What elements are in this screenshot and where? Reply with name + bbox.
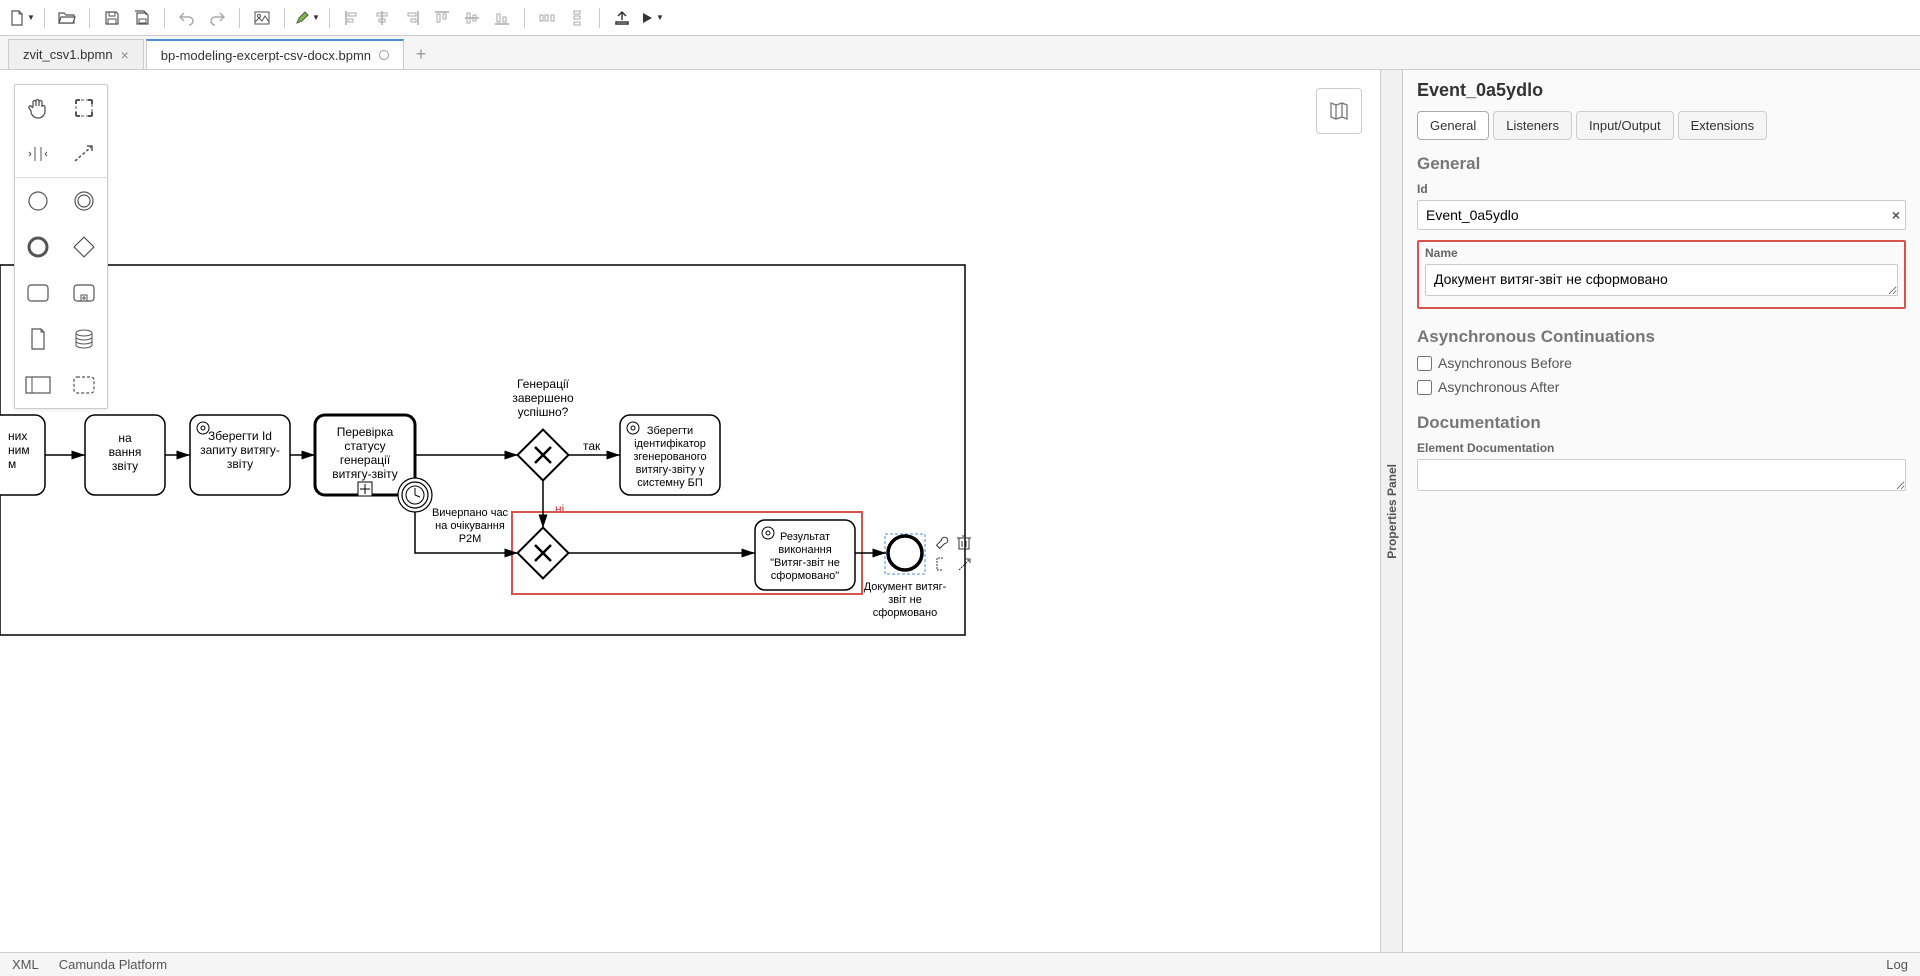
tab-input-output[interactable]: Input/Output bbox=[1576, 111, 1674, 140]
tab-listeners[interactable]: Listeners bbox=[1493, 111, 1572, 140]
yes-label: так bbox=[583, 439, 601, 453]
bpmn-canvas[interactable]: нихнимм наваннязвіту Зберегти Idзапиту в… bbox=[0, 70, 1380, 952]
close-icon[interactable]: × bbox=[121, 47, 129, 63]
end-event-selected[interactable] bbox=[885, 534, 925, 574]
align-right-button[interactable] bbox=[398, 4, 426, 32]
id-input[interactable] bbox=[1417, 200, 1906, 230]
save-all-button[interactable] bbox=[128, 4, 156, 32]
undo-button[interactable] bbox=[173, 4, 201, 32]
task-edge-left[interactable]: нихнимм bbox=[0, 415, 45, 495]
redo-button[interactable] bbox=[203, 4, 231, 32]
task-save-id[interactable]: Зберегти Idзапиту витягу-звіту bbox=[190, 415, 290, 495]
trash-icon[interactable] bbox=[957, 536, 971, 549]
top-toolbar: ▼ ▼ ▼ bbox=[0, 0, 1920, 36]
new-file-button[interactable]: ▼ bbox=[8, 4, 36, 32]
wrench-icon[interactable] bbox=[937, 537, 948, 548]
create-start-event[interactable] bbox=[15, 178, 61, 224]
align-bottom-button[interactable] bbox=[488, 4, 516, 32]
tab-dirty-indicator bbox=[379, 50, 389, 60]
create-data-store[interactable] bbox=[61, 316, 107, 362]
distribute-v-button[interactable] bbox=[563, 4, 591, 32]
create-end-event[interactable] bbox=[15, 224, 61, 270]
align-center-v-button[interactable] bbox=[458, 4, 486, 32]
doc-label: Element Documentation bbox=[1417, 441, 1906, 455]
align-left-button[interactable] bbox=[338, 4, 366, 32]
name-input[interactable] bbox=[1425, 264, 1898, 296]
lasso-tool[interactable] bbox=[61, 85, 107, 131]
svg-text:Результатвиконання"Витяг-звіт: Результатвиконання"Витяг-звіт несформова… bbox=[770, 531, 840, 582]
section-doc-title: Documentation bbox=[1417, 413, 1906, 433]
distribute-h-button[interactable] bbox=[533, 4, 561, 32]
end-event-label: Документ витяг-звіт несформовано bbox=[864, 581, 947, 619]
name-label: Name bbox=[1425, 246, 1898, 260]
deploy-button[interactable] bbox=[608, 4, 636, 32]
status-bar: XML Camunda Platform Log bbox=[0, 952, 1920, 976]
status-log[interactable]: Log bbox=[1886, 957, 1908, 972]
task-request[interactable]: наваннязвіту bbox=[85, 415, 165, 495]
create-task[interactable] bbox=[15, 270, 61, 316]
align-top-button[interactable] bbox=[428, 4, 456, 32]
add-tab-button[interactable]: + bbox=[406, 39, 436, 69]
status-platform[interactable]: Camunda Platform bbox=[59, 957, 167, 972]
async-after-checkbox[interactable] bbox=[1417, 380, 1432, 395]
no-label: ні bbox=[555, 502, 564, 516]
global-connect-tool[interactable] bbox=[61, 131, 107, 177]
doc-input[interactable] bbox=[1417, 459, 1906, 491]
create-gateway[interactable] bbox=[61, 224, 107, 270]
gateway-label: Генераціїзавершеноуспішно? bbox=[512, 377, 574, 419]
save-button[interactable] bbox=[98, 4, 126, 32]
task-save-identifier[interactable]: Зберегтиідентифікаторзгенерованоговитягу… bbox=[620, 415, 720, 495]
tab-extensions[interactable]: Extensions bbox=[1678, 111, 1768, 140]
context-pad bbox=[937, 536, 971, 570]
create-group[interactable] bbox=[61, 362, 107, 408]
create-data-object[interactable] bbox=[15, 316, 61, 362]
status-xml[interactable]: XML bbox=[12, 957, 39, 972]
minimap-toggle[interactable] bbox=[1316, 88, 1362, 134]
clear-id-icon[interactable]: × bbox=[1892, 207, 1900, 223]
id-label: Id bbox=[1417, 182, 1906, 196]
hand-tool[interactable] bbox=[15, 85, 61, 131]
timer-label: Вичерпано часна очікуванняP2M bbox=[432, 507, 509, 545]
name-field-highlight: Name bbox=[1417, 240, 1906, 309]
tabs-bar: zvit_csv1.bpmn × bp-modeling-excerpt-csv… bbox=[0, 36, 1920, 70]
bpmn-palette bbox=[14, 84, 108, 409]
tab-label: bp-modeling-excerpt-csv-docx.bpmn bbox=[161, 48, 371, 63]
properties-panel-toggle[interactable]: Properties Panel bbox=[1381, 70, 1403, 952]
image-button[interactable] bbox=[248, 4, 276, 32]
highlight-button[interactable]: ▼ bbox=[293, 4, 321, 32]
open-button[interactable] bbox=[53, 4, 81, 32]
svg-text:Перевіркастатусугенераціївитяг: Перевіркастатусугенераціївитягу-звіту bbox=[332, 425, 398, 481]
align-center-h-button[interactable] bbox=[368, 4, 396, 32]
properties-panel: Properties Panel Event_0a5ydlo General L… bbox=[1380, 70, 1920, 952]
properties-tabs: General Listeners Input/Output Extension… bbox=[1417, 111, 1906, 140]
create-subprocess[interactable] bbox=[61, 270, 107, 316]
gateway-success[interactable] bbox=[518, 430, 569, 481]
tab-label: zvit_csv1.bpmn bbox=[23, 47, 113, 62]
task-check-status[interactable]: Перевіркастатусугенераціївитягу-звіту bbox=[315, 415, 415, 496]
gateway-merge[interactable] bbox=[518, 528, 569, 579]
async-after-row[interactable]: Asynchronous After bbox=[1417, 379, 1906, 395]
annotation-icon[interactable] bbox=[937, 558, 943, 570]
space-tool[interactable] bbox=[15, 131, 61, 177]
section-general-title: General bbox=[1417, 154, 1906, 174]
tab-bp-modeling[interactable]: bp-modeling-excerpt-csv-docx.bpmn bbox=[146, 39, 404, 69]
bpmn-diagram[interactable]: нихнимм наваннязвіту Зберегти Idзапиту в… bbox=[0, 150, 1000, 670]
section-async-title: Asynchronous Continuations bbox=[1417, 327, 1906, 347]
element-title: Event_0a5ydlo bbox=[1417, 80, 1906, 101]
create-participant[interactable] bbox=[15, 362, 61, 408]
task-result[interactable]: Результатвиконання"Витяг-звіт несформова… bbox=[755, 520, 855, 590]
async-before-checkbox[interactable] bbox=[1417, 356, 1432, 371]
create-intermediate-event[interactable] bbox=[61, 178, 107, 224]
async-before-row[interactable]: Asynchronous Before bbox=[1417, 355, 1906, 371]
tab-zvit-csv1[interactable]: zvit_csv1.bpmn × bbox=[8, 39, 144, 69]
tab-general[interactable]: General bbox=[1417, 111, 1489, 140]
timer-boundary-event[interactable] bbox=[398, 478, 432, 512]
run-button[interactable]: ▼ bbox=[638, 4, 666, 32]
